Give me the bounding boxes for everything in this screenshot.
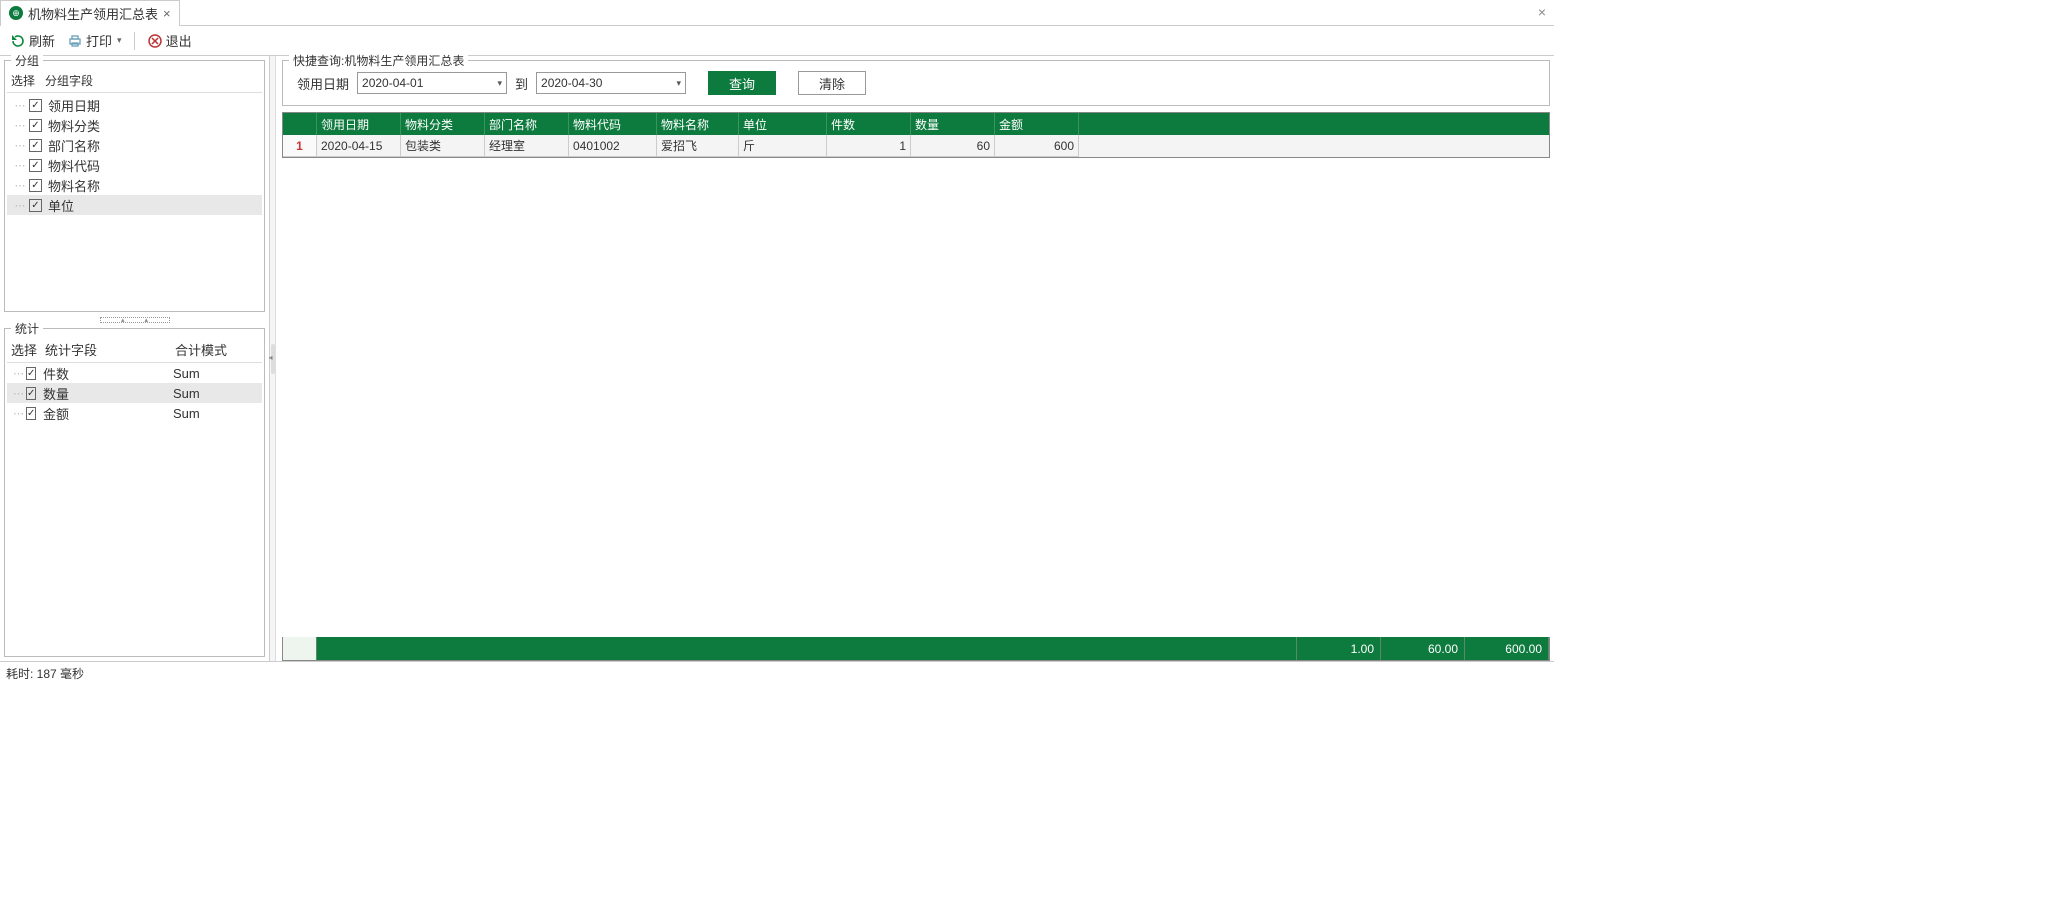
table-row[interactable]: 12020-04-15包装类经理室0401002爱招飞斤160600 bbox=[283, 135, 1549, 157]
group-item-label: 部门名称 bbox=[48, 136, 100, 155]
stat-item-mode: Sum bbox=[171, 386, 262, 401]
checkbox[interactable] bbox=[29, 199, 42, 212]
col-h3[interactable]: 物料代码 bbox=[569, 113, 657, 135]
window-close-icon[interactable]: × bbox=[1538, 4, 1546, 20]
cell: 爱招飞 bbox=[657, 135, 739, 157]
stat-item[interactable]: ⋯金额Sum bbox=[7, 403, 262, 423]
col-h7[interactable]: 数量 bbox=[911, 113, 995, 135]
chevron-down-icon: ▾ bbox=[677, 78, 682, 89]
table-header: 领用日期 物料分类 部门名称 物料代码 物料名称 单位 件数 数量 金额 bbox=[283, 113, 1549, 135]
checkbox[interactable] bbox=[29, 119, 42, 132]
stat-col-select: 选择 bbox=[7, 337, 41, 362]
col-h4[interactable]: 物料名称 bbox=[657, 113, 739, 135]
cell: 斤 bbox=[739, 135, 827, 157]
checkbox[interactable] bbox=[26, 367, 36, 380]
to-label: 到 bbox=[515, 74, 528, 93]
stat-item-mode: Sum bbox=[171, 406, 262, 421]
col-field: 分组字段 bbox=[41, 69, 97, 92]
footer-val-2: 600.00 bbox=[1465, 637, 1549, 660]
stat-item-label: 金额 bbox=[41, 404, 171, 423]
tab-title: 机物料生产领用汇总表 bbox=[28, 4, 158, 23]
checkbox[interactable] bbox=[26, 387, 36, 400]
stat-grid-header: 选择 统计字段 合计模式 bbox=[7, 337, 262, 363]
stat-item[interactable]: ⋯数量Sum bbox=[7, 383, 262, 403]
stat-item[interactable]: ⋯件数Sum bbox=[7, 363, 262, 383]
print-icon bbox=[67, 33, 83, 49]
group-item[interactable]: ⋯物料名称 bbox=[7, 175, 262, 195]
cell: 0401002 bbox=[569, 135, 657, 157]
filter-title: 快捷查询:机物料生产领用汇总表 bbox=[289, 52, 468, 69]
stat-col-mode: 合计模式 bbox=[171, 337, 262, 362]
cell: 包装类 bbox=[401, 135, 485, 157]
col-h8[interactable]: 金额 bbox=[995, 113, 1079, 135]
group-item[interactable]: ⋯单位 bbox=[7, 195, 262, 215]
exit-icon bbox=[147, 33, 163, 49]
refresh-label: 刷新 bbox=[29, 31, 55, 50]
query-button[interactable]: 查询 bbox=[708, 71, 776, 95]
status-bar: 耗时: 187 毫秒 bbox=[0, 661, 1554, 683]
row-number: 1 bbox=[283, 135, 317, 157]
col-h6[interactable]: 件数 bbox=[827, 113, 911, 135]
group-grid-header: 选择 分组字段 bbox=[7, 69, 262, 93]
footer-val-0: 1.00 bbox=[1297, 637, 1381, 660]
clear-button[interactable]: 清除 bbox=[798, 71, 866, 95]
checkbox[interactable] bbox=[29, 159, 42, 172]
tab[interactable]: ⊕ 机物料生产领用汇总表 × bbox=[0, 0, 180, 26]
date-label: 领用日期 bbox=[297, 74, 349, 93]
col-rownum bbox=[283, 113, 317, 135]
group-title: 分组 bbox=[11, 52, 43, 69]
stat-item-mode: Sum bbox=[171, 366, 262, 381]
date-from-input[interactable]: 2020-04-01 ▾ bbox=[357, 72, 507, 94]
filter-group: 快捷查询:机物料生产领用汇总表 领用日期 2020-04-01 ▾ 到 2020… bbox=[282, 60, 1550, 106]
col-h1[interactable]: 物料分类 bbox=[401, 113, 485, 135]
checkbox[interactable] bbox=[26, 407, 36, 420]
cell: 600 bbox=[995, 135, 1079, 157]
checkbox[interactable] bbox=[29, 179, 42, 192]
date-to-input[interactable]: 2020-04-30 ▾ bbox=[536, 72, 686, 94]
col-select: 选择 bbox=[7, 69, 41, 92]
group-item-label: 单位 bbox=[48, 196, 74, 215]
cell: 60 bbox=[911, 135, 995, 157]
date-from-value: 2020-04-01 bbox=[362, 76, 423, 90]
group-item[interactable]: ⋯物料代码 bbox=[7, 155, 262, 175]
stat-col-field: 统计字段 bbox=[41, 337, 171, 362]
checkbox[interactable] bbox=[29, 99, 42, 112]
cell: 经理室 bbox=[485, 135, 569, 157]
close-icon[interactable]: × bbox=[163, 6, 171, 21]
footer-val-1: 60.00 bbox=[1381, 637, 1465, 660]
col-h2[interactable]: 部门名称 bbox=[485, 113, 569, 135]
col-h0[interactable]: 领用日期 bbox=[317, 113, 401, 135]
date-to-value: 2020-04-30 bbox=[541, 76, 602, 90]
group-item-label: 物料名称 bbox=[48, 176, 100, 195]
print-button[interactable]: 打印 ▾ bbox=[63, 29, 126, 52]
stat-item-label: 数量 bbox=[41, 384, 171, 403]
cell: 2020-04-15 bbox=[317, 135, 401, 157]
exit-button[interactable]: 退出 bbox=[143, 29, 196, 52]
refresh-button[interactable]: 刷新 bbox=[6, 29, 59, 52]
cell: 1 bbox=[827, 135, 911, 157]
refresh-icon bbox=[10, 33, 26, 49]
col-h5[interactable]: 单位 bbox=[739, 113, 827, 135]
checkbox[interactable] bbox=[29, 139, 42, 152]
group-item-label: 领用日期 bbox=[48, 96, 100, 115]
group-item[interactable]: ⋯物料分类 bbox=[7, 115, 262, 135]
chevron-down-icon: ▾ bbox=[117, 35, 122, 46]
group-item[interactable]: ⋯部门名称 bbox=[7, 135, 262, 155]
group-item-label: 物料分类 bbox=[48, 116, 100, 135]
chevron-down-icon: ▾ bbox=[497, 78, 502, 89]
tab-bar: ⊕ 机物料生产领用汇总表 × × bbox=[0, 0, 1554, 26]
right-panel: 快捷查询:机物料生产领用汇总表 领用日期 2020-04-01 ▾ 到 2020… bbox=[276, 56, 1554, 661]
left-panel: 分组 选择 分组字段 ⋯领用日期⋯物料分类⋯部门名称⋯物料代码⋯物料名称⋯单位 … bbox=[0, 56, 270, 661]
group-item-label: 物料代码 bbox=[48, 156, 100, 175]
data-table: 领用日期 物料分类 部门名称 物料代码 物料名称 单位 件数 数量 金额 120… bbox=[282, 112, 1550, 158]
stat-item-label: 件数 bbox=[41, 364, 171, 383]
toolbar: 刷新 打印 ▾ 退出 bbox=[0, 26, 1554, 56]
table-footer: 1.00 60.00 600.00 bbox=[282, 637, 1550, 661]
group-item[interactable]: ⋯领用日期 bbox=[7, 95, 262, 115]
stat-title: 统计 bbox=[11, 320, 43, 337]
globe-icon: ⊕ bbox=[9, 6, 23, 20]
exit-label: 退出 bbox=[166, 31, 192, 50]
separator bbox=[134, 32, 135, 50]
print-label: 打印 bbox=[86, 31, 112, 50]
